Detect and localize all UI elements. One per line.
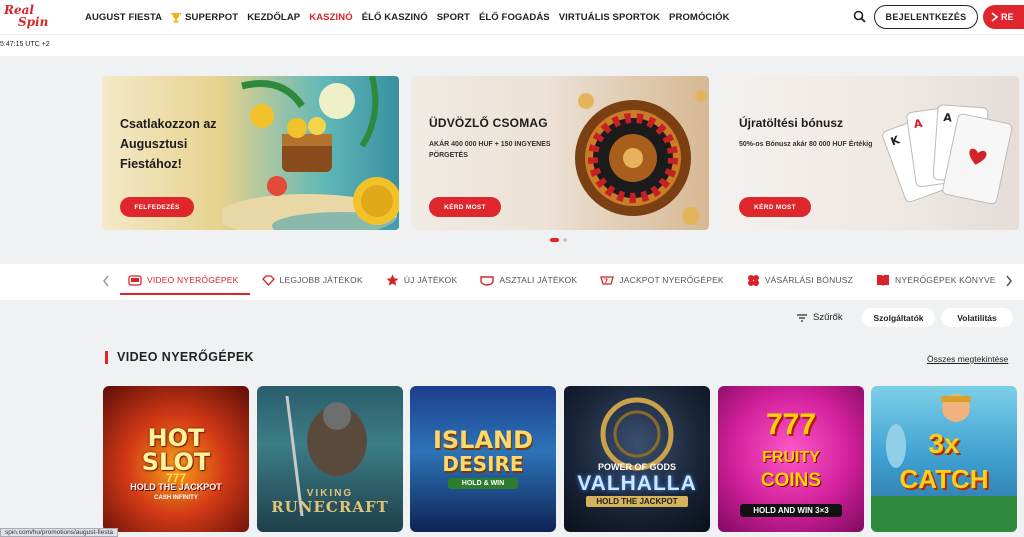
trophy-icon — [171, 12, 182, 23]
chevron-right-icon[interactable] — [1004, 274, 1014, 288]
top-header: Real Spin AUGUST FIESTA SUPERPOT KEZDŐLA… — [0, 0, 1024, 34]
svg-text:A: A — [943, 111, 953, 125]
svg-text:7: 7 — [604, 278, 608, 285]
main-nav: AUGUST FIESTA SUPERPOT KEZDŐLAP KASZINÓ … — [85, 0, 739, 34]
nav-elo-fogadas[interactable]: ÉLŐ FOGADÁS — [479, 12, 550, 23]
banner-subtitle: AKÁR 400 000 HUF + 150 INGYENES PÖRGETÉS — [429, 141, 551, 159]
category-best-games[interactable]: LEGJOBB JÁTÉKOK — [261, 274, 363, 286]
game-tile-hot-slot[interactable]: HOT SLOT 777 HOLD THE JACKPOT CASH INFIN… — [103, 386, 249, 532]
playing-cards-illustration: K A A — [882, 104, 1013, 205]
banner-reload-bonus[interactable]: K A A Újratöltési bónusz 50%-os Bónusz a… — [721, 76, 1019, 230]
game-tile-island-desire[interactable]: ISLAND DESIRE HOLD & WIN — [410, 386, 556, 532]
section-accent-bar — [105, 351, 108, 364]
nav-kaszino[interactable]: KASZINÓ — [309, 12, 352, 23]
game-tile-power-of-gods-valhalla[interactable]: POWER OF GODS VALHALLA HOLD THE JACKPOT — [564, 386, 710, 532]
book-icon — [877, 275, 890, 286]
treasure-island-illustration — [222, 76, 399, 230]
see-all-link[interactable]: Összes megtekintése — [927, 354, 1008, 364]
search-icon[interactable] — [853, 10, 866, 23]
nav-superpot[interactable]: SUPERPOT — [171, 12, 238, 23]
realspin-logo[interactable]: Real Spin — [4, 3, 56, 31]
filter-icon — [797, 313, 807, 322]
clock-bar — [0, 34, 1024, 56]
nav-elo-kaszino[interactable]: ÉLŐ KASZINÓ — [362, 12, 428, 23]
banner-august-fiesta[interactable]: Csatlakozzon az Augusztusi Fiestához! FE… — [102, 76, 399, 230]
category-new-games[interactable]: ÚJ JÁTÉKOK — [386, 274, 457, 286]
slot-machine-icon — [128, 274, 142, 286]
banner-title: ÜDVÖZLŐ CSOMAG — [429, 116, 548, 130]
banner-title: Újratöltési bónusz — [739, 116, 844, 130]
game-tile-3x-catch[interactable]: 3x CATCH — [871, 386, 1017, 532]
banner-welcome-package[interactable]: ÜDVÖZLŐ CSOMAG AKÁR 400 000 HUF + 150 IN… — [411, 76, 709, 230]
category-buy-bonus[interactable]: VÁSÁRLÁSI BÓNUSZ — [747, 274, 853, 287]
login-button[interactable]: BEJELENTKEZÉS — [874, 5, 978, 29]
jackpot-icon: 7 — [600, 275, 615, 285]
category-jackpot-slots[interactable]: 7 JACKPOT NYERŐGÉPEK — [600, 275, 724, 286]
clock-text: 5:47:15 UTC +2 — [0, 41, 50, 48]
game-tile-viking-runecraft[interactable]: VIKING RUNECRAFT — [257, 386, 403, 532]
banner-subtitle: 50%-os Bónusz akár 80 000 HUF Értékig — [739, 141, 873, 148]
claim-button[interactable]: KÉRD MOST — [429, 197, 501, 217]
chevron-left-icon[interactable] — [101, 274, 111, 288]
star-icon — [386, 274, 399, 286]
volatility-dropdown[interactable]: Volatilitás — [941, 308, 1013, 327]
active-category-underline — [120, 293, 250, 295]
category-table-games[interactable]: ASZTALI JÁTÉKOK — [480, 275, 577, 286]
clover-icon — [747, 274, 759, 286]
category-list: VIDEO NYERŐGÉPEK LEGJOBB JÁTÉKOK ÚJ JÁTÉ… — [128, 264, 1019, 296]
category-book-slots[interactable]: NYERŐGÉPEK KÖNYVE — [876, 274, 996, 286]
banner-title: Csatlakozzon az Augusztusi Fiestához! — [120, 117, 217, 171]
diamond-icon — [261, 274, 275, 286]
arrow-right-icon — [991, 12, 999, 22]
nav-virtualis-sportok[interactable]: VIRTUÁLIS SPORTOK — [559, 12, 660, 23]
game-tile-fruity-coins[interactable]: 777 FRUITY COINS HOLD AND WIN 3×3 — [718, 386, 864, 532]
category-video-slots[interactable]: VIDEO NYERŐGÉPEK — [128, 274, 239, 286]
nav-august-fiesta[interactable]: AUGUST FIESTA — [85, 12, 162, 23]
roulette-wheel-illustration — [575, 90, 707, 225]
claim-button[interactable]: KÉRD MOST — [739, 197, 811, 217]
explore-button[interactable]: FELFEDEZÉS — [120, 197, 194, 217]
carousel-dots — [550, 238, 567, 242]
register-button[interactable]: RE — [983, 5, 1024, 29]
nav-promociok[interactable]: PROMÓCIÓK — [669, 12, 730, 23]
celtic-ring-illustration — [600, 397, 674, 471]
status-url-bar: spin.com/hu/promotions/august-fiesta — [0, 528, 119, 537]
providers-dropdown[interactable]: Szolgáltatók — [862, 308, 935, 327]
nav-sport[interactable]: SPORT — [437, 12, 470, 23]
carousel-dot[interactable] — [563, 238, 567, 242]
section-title: VIDEO NYERŐGÉPEK — [117, 350, 254, 364]
nav-kezdolap[interactable]: KEZDŐLAP — [247, 12, 300, 23]
table-icon — [480, 275, 495, 286]
filter-button[interactable]: Szűrők — [797, 312, 843, 323]
carousel-dot-active[interactable] — [550, 238, 559, 242]
